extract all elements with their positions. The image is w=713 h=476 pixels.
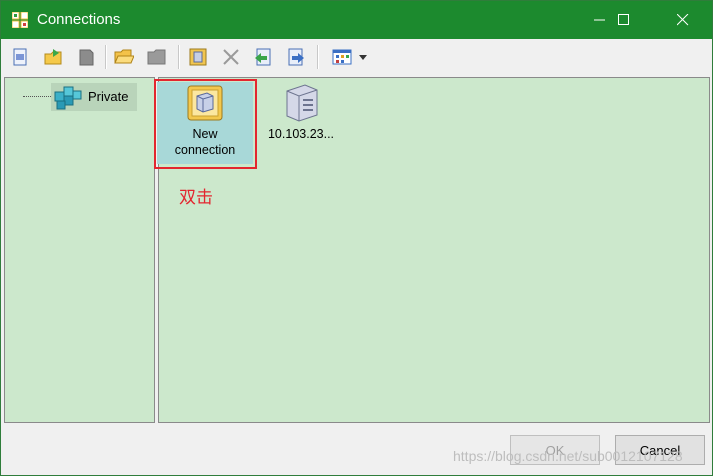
open-folder-icon: [114, 49, 134, 64]
title-bar[interactable]: Connections: [1, 1, 712, 39]
maximize-icon: [618, 14, 629, 25]
export-button[interactable]: [285, 46, 307, 68]
window-title: Connections: [37, 11, 121, 28]
app-icon: [12, 12, 28, 28]
import-button[interactable]: [252, 46, 274, 68]
disabled-folder-button[interactable]: [146, 46, 168, 68]
close-icon: [677, 14, 689, 26]
new-icon: [13, 48, 27, 66]
close-button[interactable]: [660, 1, 706, 39]
connections-window: Connections Private New connection 10.10…: [0, 0, 713, 476]
open-connection-icon: [44, 49, 62, 65]
tree-pane[interactable]: [4, 77, 155, 423]
export-icon: [288, 48, 304, 66]
toolbar-separator: [105, 45, 107, 69]
annotation-highlight-box: [154, 79, 257, 169]
delete-x-icon: [223, 49, 239, 65]
open-folder-button[interactable]: [113, 46, 135, 68]
connection-label-line1: 10.103.23...: [267, 127, 335, 141]
tree-item-label: Private: [88, 89, 129, 104]
import-icon: [255, 48, 271, 66]
toolbar-separator: [317, 45, 319, 69]
registry-folder-icon: [54, 86, 82, 110]
delete-page-button[interactable]: [75, 46, 97, 68]
view-mode-icon: [332, 49, 352, 65]
delete-button[interactable]: [220, 46, 242, 68]
properties-icon: [189, 48, 207, 66]
delete-page-icon: [79, 49, 94, 66]
properties-button[interactable]: [187, 46, 209, 68]
server-icon: [286, 84, 318, 122]
annotation-text: 双击: [179, 188, 213, 207]
new-button[interactable]: [9, 46, 31, 68]
maximize-button[interactable]: [601, 1, 647, 39]
tree-connector-line: [23, 96, 51, 97]
open-connection-button[interactable]: [42, 46, 64, 68]
tree-item-private[interactable]: Private: [51, 83, 137, 111]
watermark: https://blog.csdn.net/sub0012107128: [453, 448, 683, 464]
disabled-folder-icon: [147, 49, 166, 65]
connection-item-server[interactable]: 10.103.23...: [259, 79, 343, 142]
chevron-down-icon: [359, 55, 367, 60]
toolbar-separator: [178, 45, 180, 69]
view-mode-dropdown[interactable]: [329, 46, 371, 68]
toolbar: [1, 39, 712, 75]
